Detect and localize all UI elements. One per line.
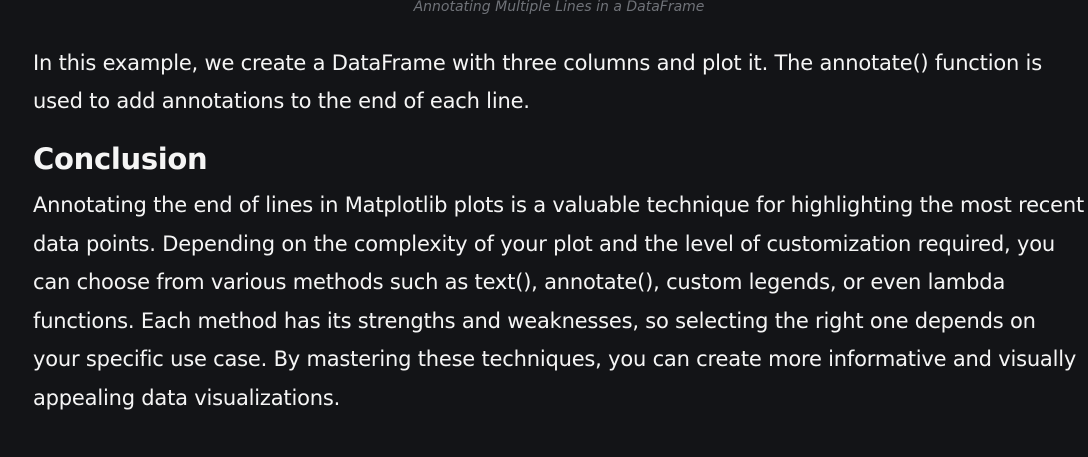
intro-paragraph: In this example, we create a DataFrame w… [33,51,1042,113]
conclusion-paragraph: Annotating the end of lines in Matplotli… [33,193,1085,410]
conclusion-heading: Conclusion [33,142,208,176]
figure-caption: Annotating Multiple Lines in a DataFrame [413,0,705,15]
article-page: Annotating Multiple Lines in a DataFrame… [0,0,1088,457]
